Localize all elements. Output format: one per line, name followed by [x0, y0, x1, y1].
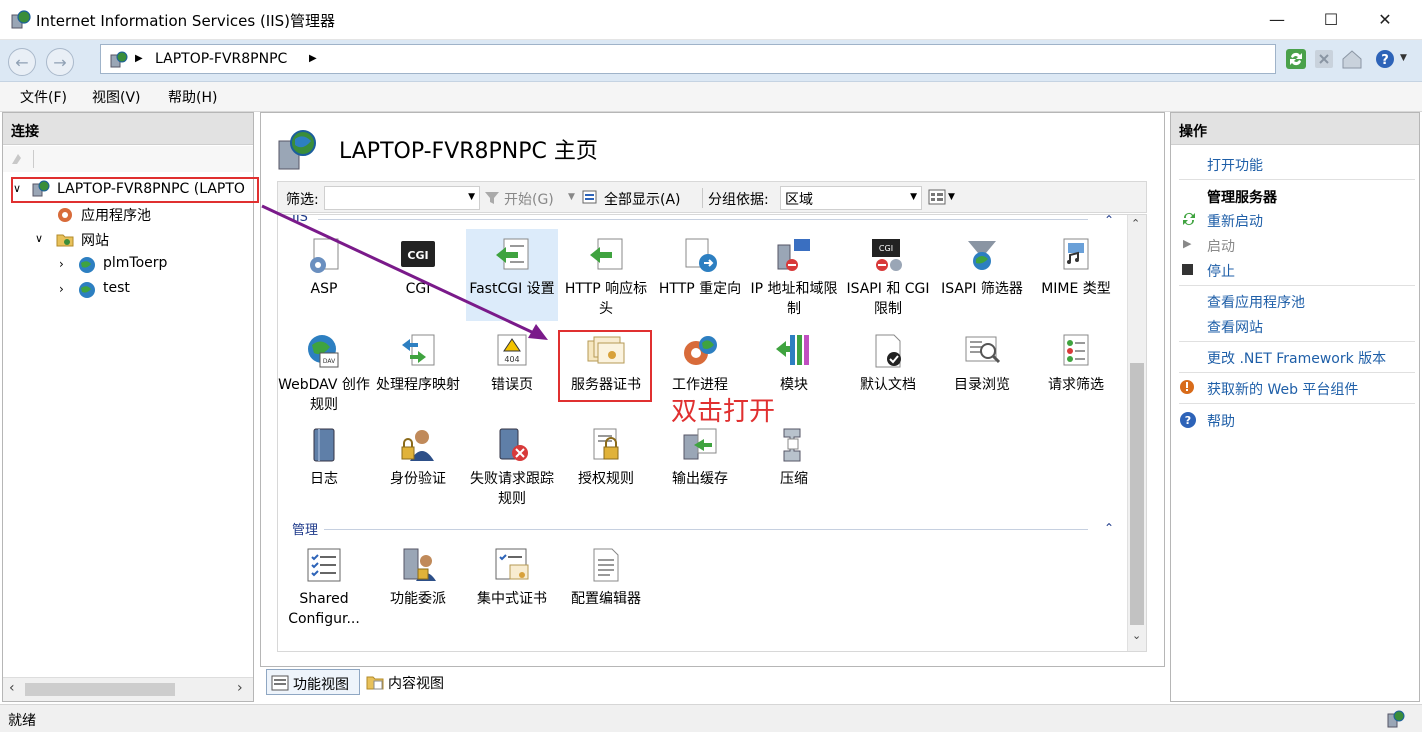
action-start[interactable]: 启动 [1207, 236, 1235, 256]
status-text: 就绪 [8, 713, 36, 729]
web-platform-icon [1180, 380, 1194, 394]
actions-header: 操作 [1171, 113, 1419, 145]
features-view-icon [271, 675, 289, 691]
action-open-feature[interactable]: 打开功能 [1207, 155, 1263, 175]
action-change-net-framework[interactable]: 更改 .NET Framework 版本 [1207, 348, 1386, 368]
content-view-icon [366, 676, 384, 690]
actions-divider [1179, 179, 1415, 180]
actions-divider [1179, 285, 1415, 286]
tab-content-view[interactable]: 内容视图 [364, 669, 460, 695]
stop-square-icon [1182, 264, 1193, 275]
tab-features-view[interactable]: 功能视图 [266, 669, 360, 695]
help-icon: ? [1180, 412, 1196, 428]
action-view-app-pools[interactable]: 查看应用程序池 [1207, 292, 1305, 312]
restart-icon [1183, 213, 1195, 225]
actions-section-manage-server: 管理服务器 [1207, 190, 1277, 206]
action-stop[interactable]: 停止 [1207, 261, 1235, 281]
actions-pane: 操作 打开功能 管理服务器 重新启动 ▶ 启动 停止 查看应用程序池 查看网站 … [1170, 112, 1420, 702]
actions-divider [1179, 403, 1415, 404]
action-view-sites[interactable]: 查看网站 [1207, 317, 1263, 337]
view-tabs: 功能视图 内容视图 [260, 668, 1165, 698]
tab-label: 内容视图 [388, 676, 444, 692]
action-get-web-platform[interactable]: 获取新的 Web 平台组件 [1207, 379, 1358, 399]
action-restart[interactable]: 重新启动 [1207, 211, 1263, 231]
actions-divider [1179, 341, 1415, 342]
action-help[interactable]: 帮助 [1207, 411, 1235, 431]
status-bar: 就绪 [0, 704, 1422, 732]
actions-divider [1179, 372, 1415, 373]
status-server-icon [1387, 710, 1405, 728]
tab-label: 功能视图 [293, 677, 349, 693]
start-icon: ▶ [1183, 237, 1192, 250]
svg-text:?: ? [1185, 414, 1191, 427]
